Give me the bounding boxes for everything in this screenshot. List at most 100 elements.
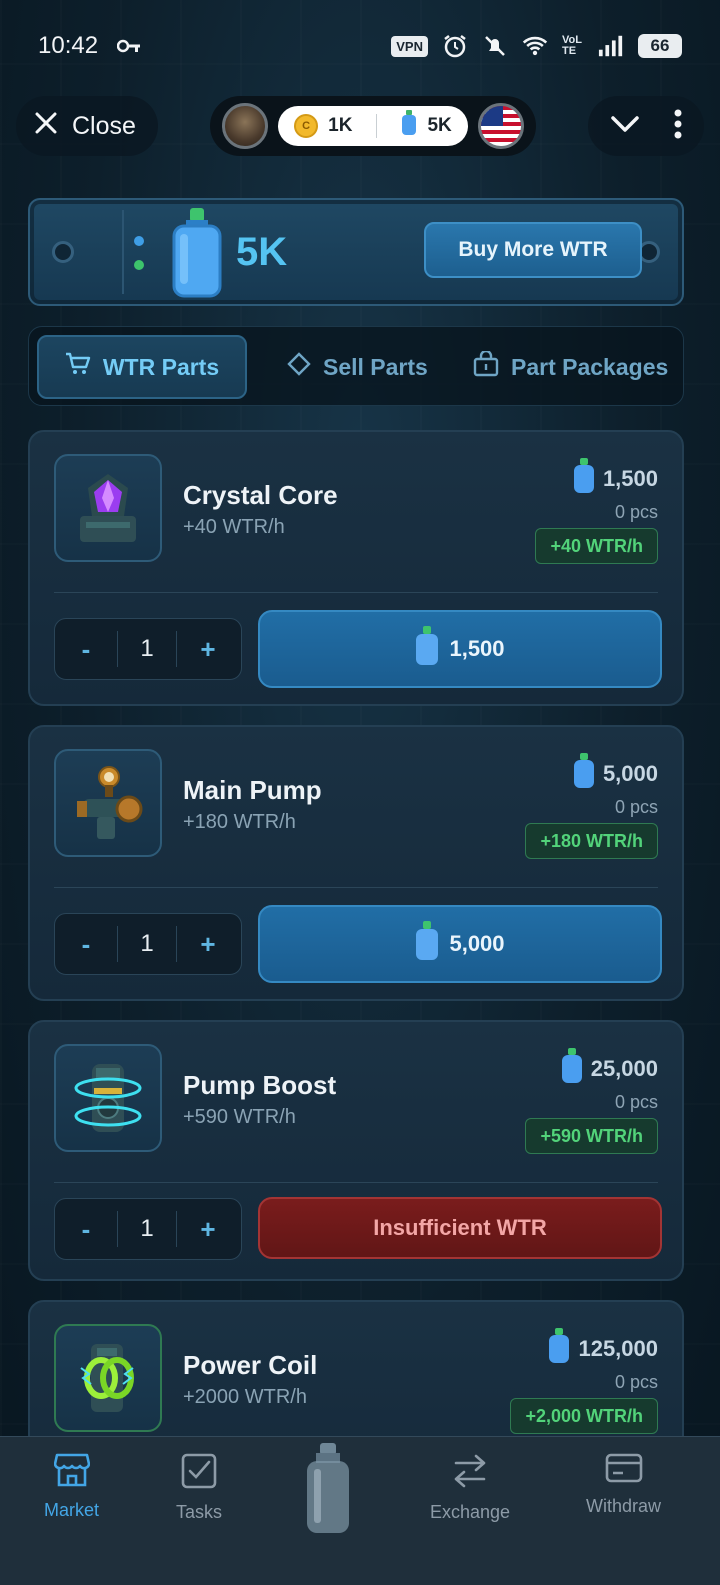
- store-icon: [53, 1453, 90, 1492]
- product-price: 25,000: [561, 1048, 658, 1090]
- status-bar-left: 10:42: [38, 32, 142, 60]
- owned-count: 0 pcs: [614, 1092, 658, 1112]
- app-bar: Close C 1K 5K: [16, 96, 704, 156]
- status-bar: 10:42 VPN VoLTE 66: [0, 0, 720, 92]
- nav-withdraw[interactable]: Withdraw: [586, 1453, 661, 1517]
- pump-boost-icon: [54, 1044, 162, 1152]
- signal-icon: [598, 33, 624, 59]
- product-name: Pump Boost: [183, 1070, 337, 1100]
- chevron-down-icon[interactable]: [610, 114, 640, 139]
- product-rate: +40 WTR/h: [183, 516, 285, 538]
- card-divider: [54, 1182, 658, 1183]
- vpn-badge: VPN: [391, 35, 428, 57]
- yield-badge: +40 WTR/h: [535, 528, 658, 564]
- product-name: Crystal Core: [183, 480, 338, 510]
- panel-divider: [122, 210, 124, 294]
- quantity-stepper: - 1 +: [54, 1198, 242, 1260]
- status-bar-right: VPN VoLTE 66: [391, 33, 682, 59]
- app-actions: [587, 96, 704, 156]
- tag-icon: [287, 352, 311, 382]
- bottle-icon: [415, 921, 439, 967]
- card-divider: [54, 887, 658, 888]
- price-value: 125,000: [578, 1336, 658, 1361]
- avatar[interactable]: [222, 103, 269, 149]
- coin-balance: 1K: [328, 115, 353, 136]
- decrease-button[interactable]: -: [55, 913, 117, 975]
- decrease-button[interactable]: -: [55, 1198, 117, 1260]
- buy-button-label: Insufficient WTR: [373, 1215, 547, 1240]
- buy-more-wtr-button[interactable]: Buy More WTR: [424, 222, 642, 278]
- product-rate: +590 WTR/h: [183, 1106, 296, 1128]
- bottle-icon: [573, 458, 595, 500]
- power-coil-icon: [54, 1324, 162, 1432]
- tab-sell-parts[interactable]: Sell Parts: [287, 335, 428, 399]
- yield-badge: +2,000 WTR/h: [510, 1398, 658, 1434]
- mute-icon: [482, 33, 508, 59]
- tab-bar: WTR Parts Sell Parts Part Packages: [28, 326, 684, 406]
- blue-light: [134, 236, 144, 246]
- tab-label: WTR Parts: [102, 353, 220, 380]
- nav-label: Withdraw: [586, 1496, 662, 1516]
- quantity-value: 1: [117, 926, 177, 962]
- yield-badge: +590 WTR/h: [525, 1118, 658, 1154]
- crystal-core-icon: [54, 454, 162, 562]
- quantity-stepper: - 1 +: [54, 618, 242, 680]
- cart-icon: [65, 352, 91, 382]
- indicator-lights: [134, 236, 144, 270]
- tab-wtr-parts[interactable]: WTR Parts: [37, 335, 247, 399]
- bottle-icon: [548, 1328, 570, 1370]
- bottle-icon: [415, 626, 439, 672]
- product-price: 5,000: [573, 753, 658, 795]
- tab-label: Part Packages: [511, 353, 669, 380]
- wtr-amount: 5K: [236, 230, 288, 274]
- tab-part-packages[interactable]: Part Packages: [473, 335, 668, 399]
- more-options-icon[interactable]: [674, 109, 682, 144]
- quantity-value: 1: [117, 1211, 177, 1247]
- product-rate: +180 WTR/h: [183, 811, 296, 833]
- coin-icon: C: [294, 114, 319, 138]
- yield-badge: +180 WTR/h: [525, 823, 658, 859]
- volte-label: VoLTE: [562, 34, 582, 57]
- panel-screw-left: [52, 241, 74, 263]
- package-icon: [473, 349, 499, 383]
- bottom-navigation: Market Tasks Exchange Withdraw: [0, 1436, 720, 1585]
- buy-button-label: 1,500: [449, 636, 505, 661]
- bottle-icon: [573, 753, 595, 795]
- wtr-balance: 5K: [427, 115, 452, 136]
- buy-button-label: 5,000: [449, 931, 505, 956]
- center-bottle-button[interactable]: [304, 1443, 352, 1540]
- product-card-main-pump: Main Pump +180 WTR/h 5,000 0 pcs +180 WT…: [28, 725, 684, 1001]
- close-button[interactable]: Close: [16, 96, 158, 156]
- card-divider: [54, 592, 658, 593]
- buy-button[interactable]: 5,000: [258, 905, 662, 983]
- price-value: 1,500: [602, 466, 658, 491]
- increase-button[interactable]: +: [177, 1198, 239, 1260]
- quantity-stepper: - 1 +: [54, 913, 242, 975]
- nav-label: Market: [44, 1500, 100, 1520]
- owned-count: 0 pcs: [614, 502, 658, 522]
- nav-market[interactable]: Market: [44, 1453, 99, 1521]
- balance-divider: [376, 114, 378, 138]
- close-icon: [34, 111, 58, 142]
- alarm-icon: [442, 33, 468, 59]
- language-flag-icon[interactable]: [477, 103, 524, 149]
- insufficient-wtr-button[interactable]: Insufficient WTR: [258, 1197, 662, 1259]
- wallet-pill[interactable]: C 1K 5K: [210, 96, 536, 156]
- clock: 10:42: [38, 32, 99, 59]
- nav-label: Tasks: [176, 1502, 223, 1522]
- main-pump-icon: [54, 749, 162, 857]
- decrease-button[interactable]: -: [55, 618, 117, 680]
- balances: C 1K 5K: [278, 106, 468, 146]
- wtr-bottle-icon: [170, 208, 224, 303]
- nav-exchange[interactable]: Exchange: [430, 1453, 510, 1523]
- nav-tasks[interactable]: Tasks: [176, 1453, 222, 1523]
- tab-label: Sell Parts: [323, 353, 428, 380]
- product-price: 125,000: [548, 1328, 658, 1370]
- increase-button[interactable]: +: [177, 913, 239, 975]
- buy-button[interactable]: 1,500: [258, 610, 662, 688]
- increase-button[interactable]: +: [177, 618, 239, 680]
- price-value: 5,000: [602, 761, 658, 786]
- key-icon: [116, 33, 142, 59]
- owned-count: 0 pcs: [614, 1372, 658, 1392]
- card-icon: [605, 1453, 643, 1488]
